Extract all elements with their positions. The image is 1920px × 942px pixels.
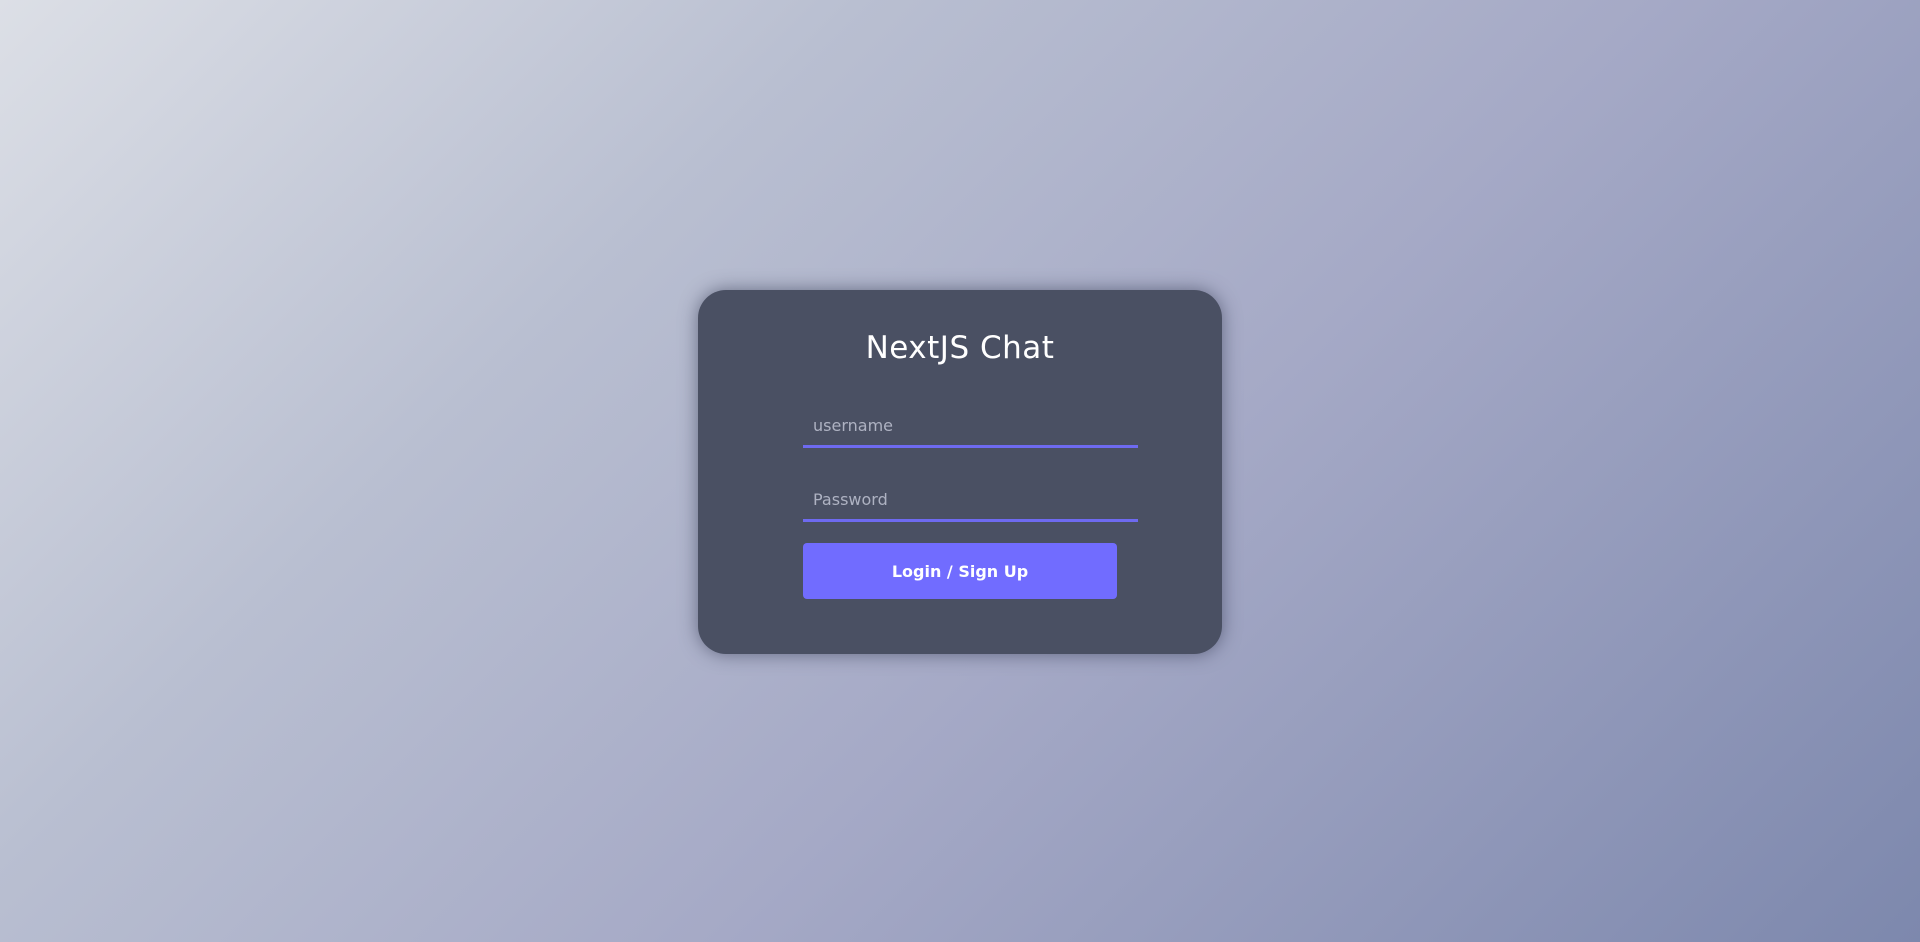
login-signup-button[interactable]: Login / Sign Up (803, 543, 1117, 599)
password-input[interactable] (803, 479, 1138, 519)
username-input[interactable] (803, 405, 1138, 445)
login-card: NextJS Chat Login / Sign Up (698, 290, 1222, 654)
password-field-wrapper (803, 479, 1138, 522)
username-field-wrapper (803, 405, 1138, 448)
app-title: NextJS Chat (865, 330, 1055, 366)
